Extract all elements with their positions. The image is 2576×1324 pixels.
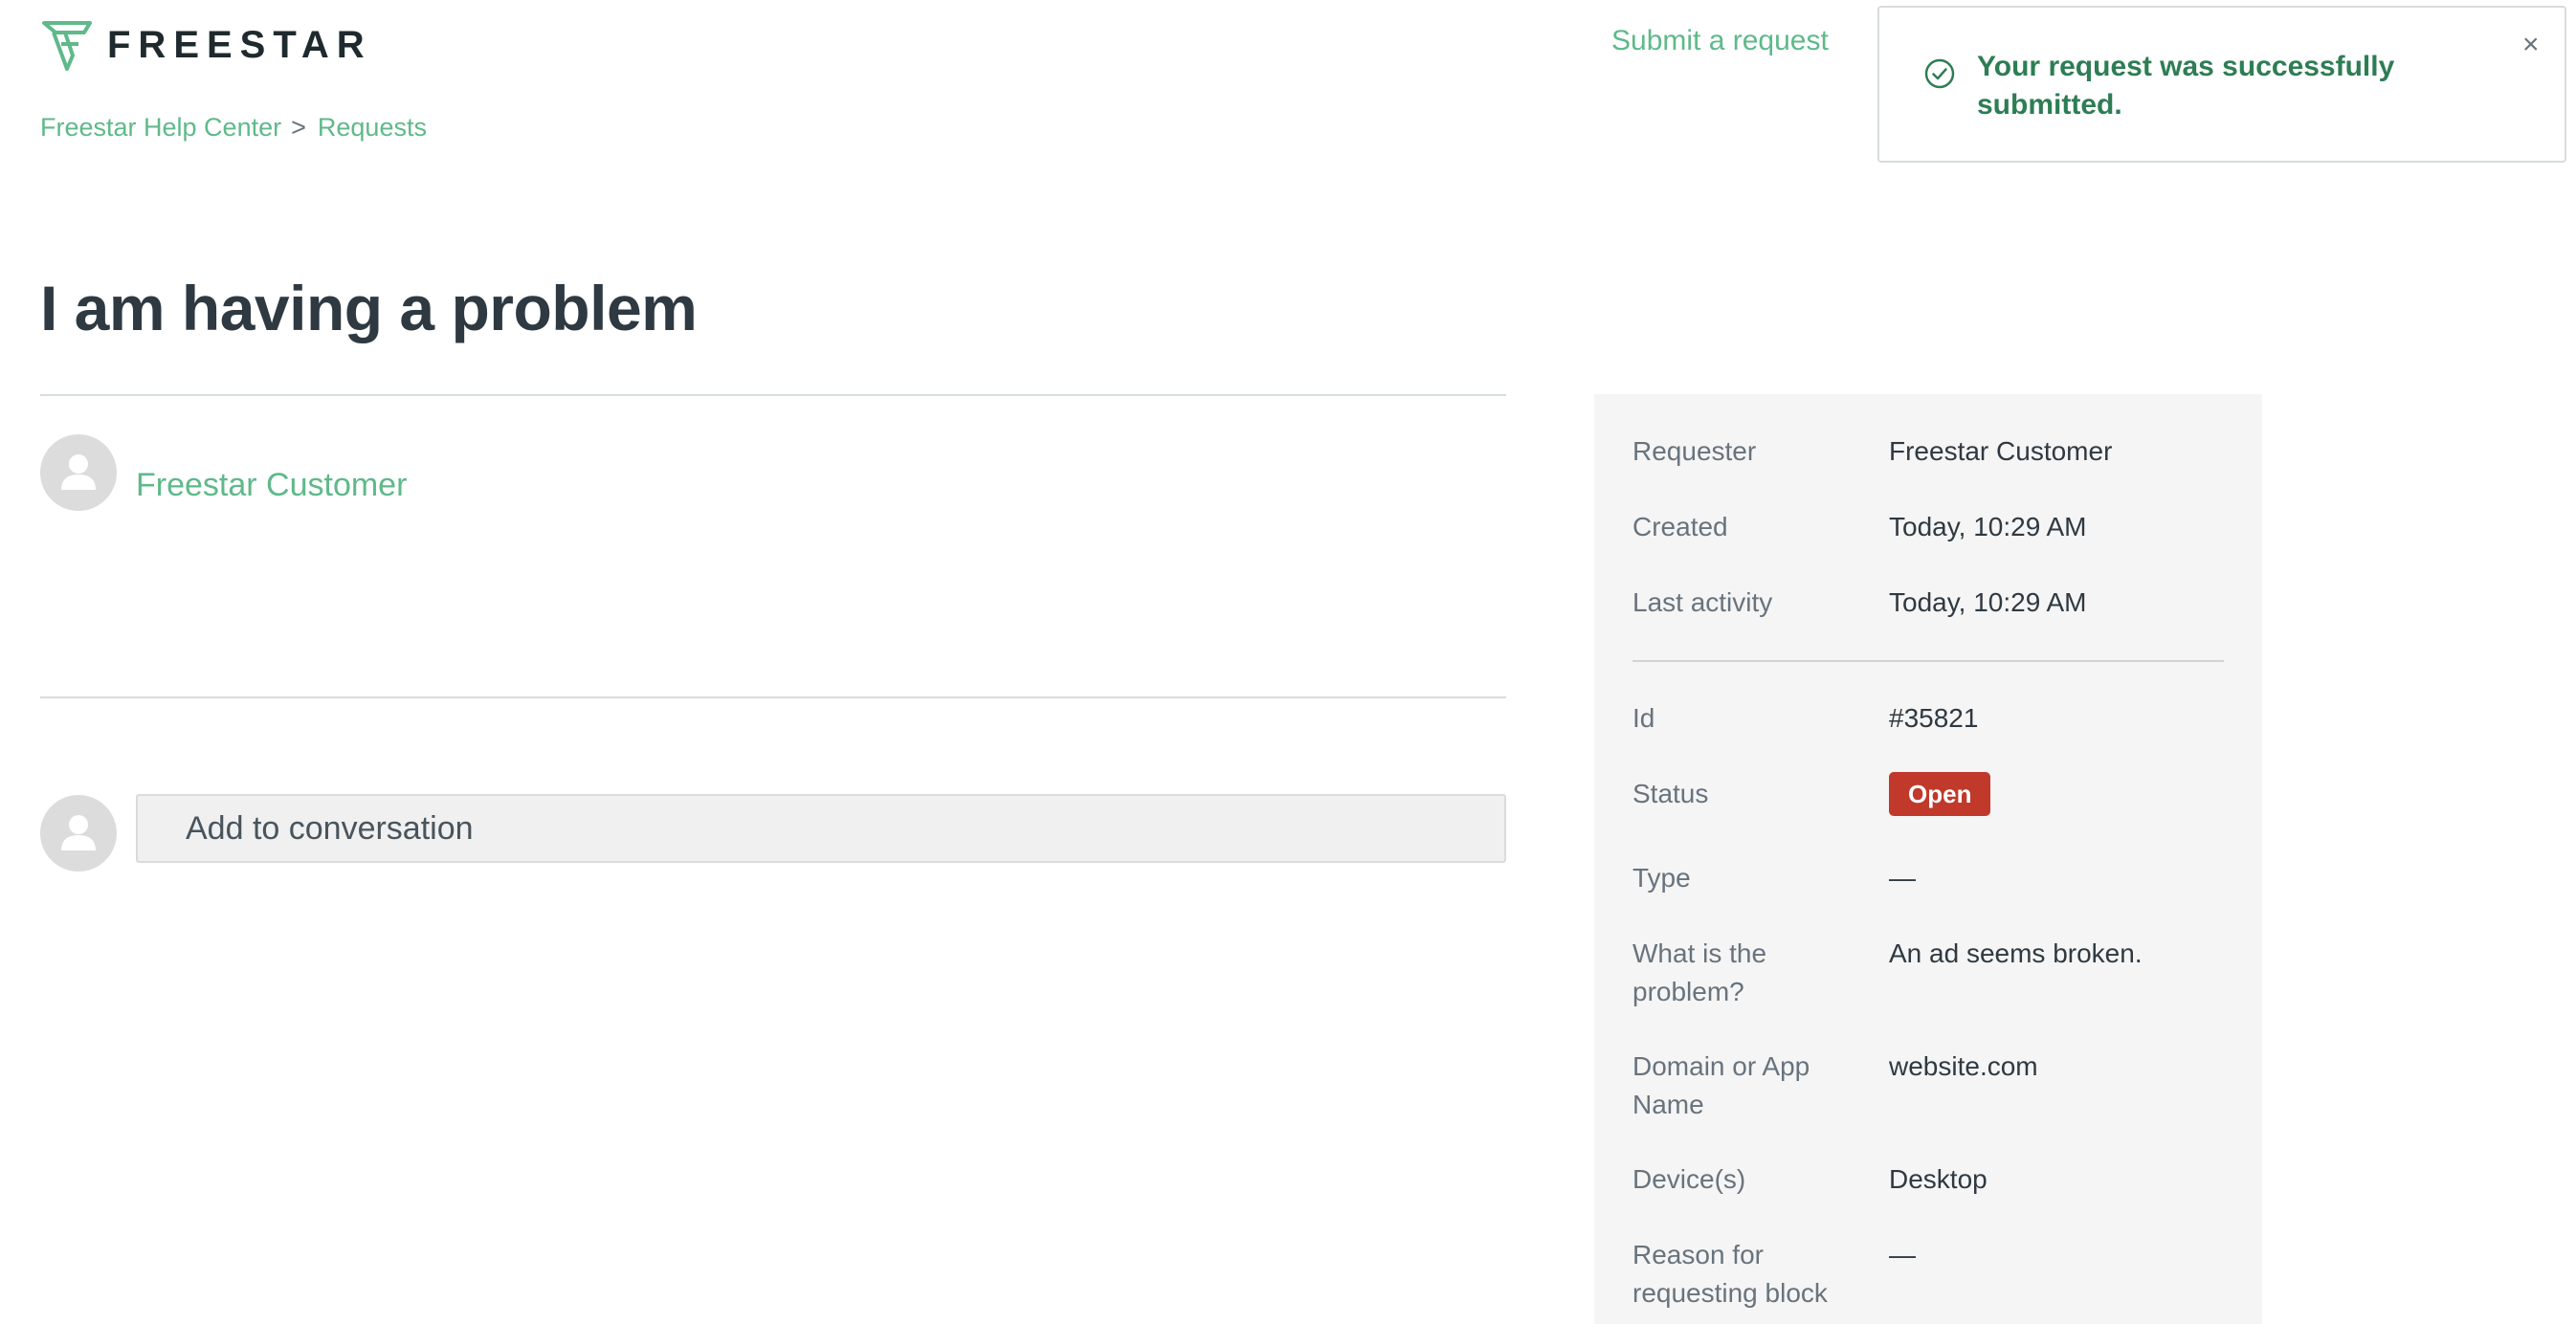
detail-label: Type xyxy=(1632,863,1691,893)
detail-value: Open xyxy=(1889,772,2233,816)
user-icon xyxy=(61,815,96,850)
author-avatar xyxy=(40,434,117,511)
comment-divider xyxy=(40,696,1506,698)
brand-name: FREESTAR xyxy=(107,23,372,66)
freestar-logo[interactable]: FREESTAR xyxy=(40,17,372,73)
breadcrumb-requests[interactable]: Requests xyxy=(318,113,427,143)
detail-value: — xyxy=(1889,1240,1916,1269)
breadcrumb-separator: > xyxy=(291,113,306,142)
detail-value: Desktop xyxy=(1889,1164,1988,1194)
notification-message: Your request was successfully submitted. xyxy=(1977,51,2395,121)
detail-label: Created xyxy=(1632,512,1728,541)
detail-value: #35821 xyxy=(1889,703,1979,733)
user-icon xyxy=(61,454,96,490)
detail-label: Id xyxy=(1632,703,1655,733)
close-icon[interactable]: × xyxy=(2522,31,2540,59)
detail-label: What is the problem? xyxy=(1632,938,1767,1006)
reply-avatar xyxy=(40,795,117,872)
check-circle-icon xyxy=(1923,57,1956,95)
author-name[interactable]: Freestar Customer xyxy=(136,467,407,504)
detail-label: Requester xyxy=(1632,436,1757,466)
freestar-logo-icon xyxy=(42,21,92,71)
submit-request-link[interactable]: Submit a request xyxy=(1611,25,1829,57)
detail-value: Today, 10:29 AM xyxy=(1889,512,2087,541)
detail-value: website.com xyxy=(1889,1051,2038,1081)
detail-value: — xyxy=(1889,863,1916,893)
details-divider xyxy=(1632,660,2224,662)
success-notification: Your request was successfully submitted.… xyxy=(1877,6,2566,163)
detail-value: An ad seems broken. xyxy=(1889,938,2143,968)
detail-label: Last activity xyxy=(1632,587,1773,617)
breadcrumb-help-center[interactable]: Freestar Help Center xyxy=(40,113,281,143)
detail-label: Device(s) xyxy=(1632,1164,1746,1194)
add-to-conversation-input[interactable] xyxy=(136,794,1506,863)
status-badge: Open xyxy=(1889,772,1991,816)
title-divider xyxy=(40,394,1506,396)
detail-value: Freestar Customer xyxy=(1889,436,2113,466)
page-title: I am having a problem xyxy=(40,273,698,343)
request-details-panel: Requester Freestar Customer Created Toda… xyxy=(1594,394,2262,1324)
detail-value: Today, 10:29 AM xyxy=(1889,587,2087,617)
detail-label: Status xyxy=(1632,779,1709,808)
detail-label: Domain or App Name xyxy=(1632,1051,1810,1119)
detail-label: Reason for requesting block xyxy=(1632,1240,1828,1308)
breadcrumb: Freestar Help Center > Requests xyxy=(40,113,427,143)
